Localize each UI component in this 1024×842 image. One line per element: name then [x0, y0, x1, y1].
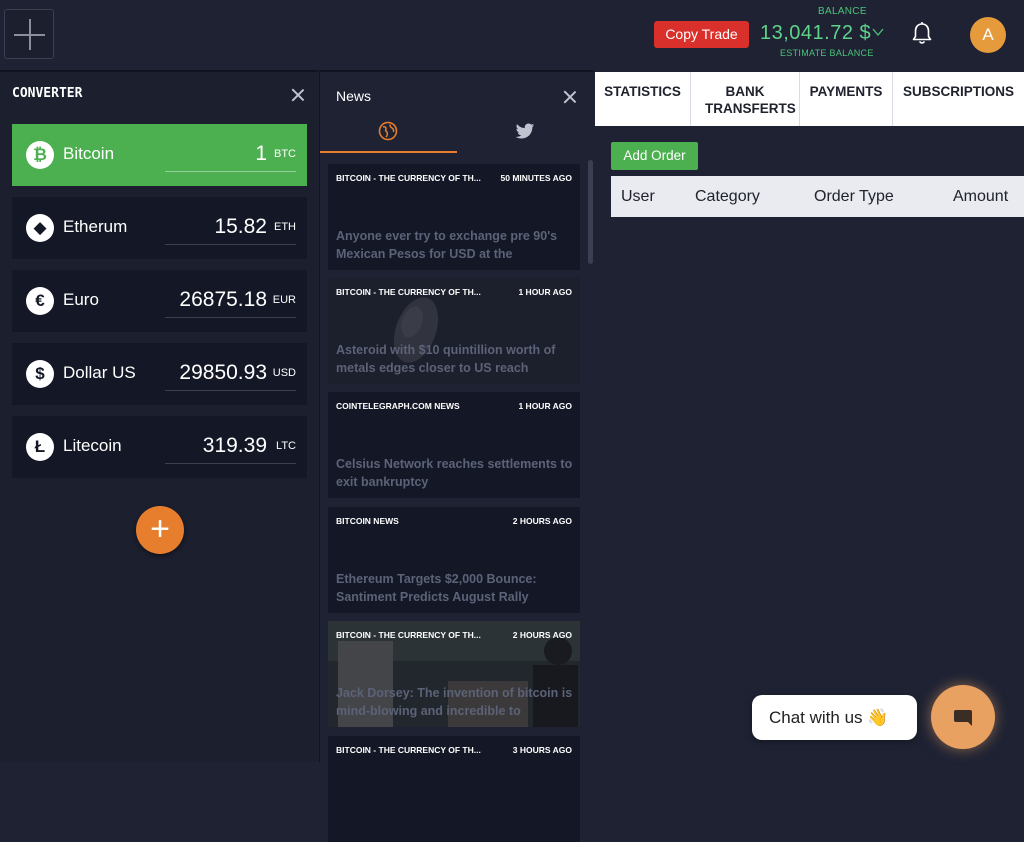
balance-value[interactable]: 13,041.72 $: [760, 22, 871, 45]
input-underline: [165, 171, 296, 172]
bitcoin-icon: ₿: [26, 141, 54, 169]
input-underline: [165, 244, 296, 245]
news-headline: Asteroid with $10 quintillion worth of m…: [336, 343, 556, 375]
column-header-category[interactable]: Category: [695, 188, 760, 206]
close-icon[interactable]: [563, 90, 577, 104]
euro-icon: €: [26, 287, 54, 315]
coin-unit: USD: [272, 367, 296, 379]
coin-name: Euro: [63, 290, 99, 309]
column-header-amount[interactable]: Amount: [953, 188, 1008, 206]
scrollbar[interactable]: [588, 160, 593, 264]
coin-name: Bitcoin: [63, 144, 115, 163]
column-header-user[interactable]: User: [621, 188, 655, 206]
tab-statistics[interactable]: STATISTICS: [595, 72, 691, 126]
litecoin-icon: Ł: [26, 433, 54, 461]
add-widget-button[interactable]: [4, 9, 54, 59]
top-bar: Copy Trade BALANCE 13,041.72 $ ESTIMATE …: [0, 0, 1024, 70]
input-underline: [165, 317, 296, 318]
close-icon[interactable]: [291, 88, 305, 102]
news-card[interactable]: BITCOIN - THE CURRENCY OF TH... 3 HOURS …: [328, 736, 580, 842]
coin-unit: LTC: [276, 440, 296, 452]
news-time: 2 HOURS AGO: [512, 630, 572, 640]
news-tabs: [320, 117, 595, 155]
news-panel: News BITCOIN - THE CURRENCY OF TH... 50 …: [319, 70, 595, 842]
coin-amount-input[interactable]: 319.39: [203, 434, 267, 458]
tab-subscriptions[interactable]: SUBSCRIPTIONS: [893, 72, 1024, 126]
balance-label: BALANCE: [818, 6, 867, 17]
coin-unit: EUR: [272, 294, 296, 306]
news-card[interactable]: BITCOIN - THE CURRENCY OF TH... 2 HOURS …: [328, 621, 580, 727]
news-title: News: [336, 88, 372, 104]
add-currency-button[interactable]: +: [136, 506, 184, 554]
active-tab-indicator: [320, 151, 457, 153]
coin-unit: ETH: [274, 221, 296, 233]
news-card[interactable]: BITCOIN NEWS 2 HOURS AGO Ethereum Target…: [328, 507, 580, 613]
coin-row-bitcoin[interactable]: ₿ Bitcoin 1 BTC: [12, 124, 307, 186]
news-source: BITCOIN NEWS: [336, 516, 399, 526]
news-headline: Jack Dorsey: The invention of bitcoin is…: [336, 686, 573, 718]
bell-icon[interactable]: [908, 20, 936, 48]
chevron-down-icon[interactable]: [872, 26, 884, 38]
news-card[interactable]: BITCOIN - THE CURRENCY OF TH... 50 MINUT…: [328, 164, 580, 270]
news-source: BITCOIN - THE CURRENCY OF TH...: [336, 173, 481, 183]
input-underline: [165, 463, 296, 464]
converter-panel: CONVERTER ₿ Bitcoin 1 BTC ◆ Etherum 15.8…: [0, 70, 318, 762]
news-source: COINTELEGRAPH.COM NEWS: [336, 401, 460, 411]
ethereum-icon: ◆: [26, 214, 54, 242]
coin-name: Litecoin: [63, 436, 122, 455]
tab-bank-transferts[interactable]: BANK TRANSFERTS: [691, 72, 800, 126]
column-header-order-type[interactable]: Order Type: [814, 188, 894, 206]
copy-trade-button[interactable]: Copy Trade: [654, 21, 749, 48]
news-card[interactable]: BITCOIN - THE CURRENCY OF TH... 1 HOUR A…: [328, 278, 580, 384]
globe-icon[interactable]: [378, 121, 398, 141]
news-card[interactable]: COINTELEGRAPH.COM NEWS 1 HOUR AGO Celsiu…: [328, 392, 580, 498]
tab-payments[interactable]: PAYMENTS: [800, 72, 893, 126]
chat-launcher-button[interactable]: [931, 685, 995, 749]
coin-unit: BTC: [274, 148, 296, 160]
news-source: BITCOIN - THE CURRENCY OF TH...: [336, 745, 481, 755]
news-source: BITCOIN - THE CURRENCY OF TH...: [336, 630, 481, 640]
add-order-button[interactable]: Add Order: [611, 142, 698, 170]
twitter-icon[interactable]: [515, 123, 535, 140]
coin-name: Etherum: [63, 217, 128, 236]
news-time: 1 HOUR AGO: [518, 401, 572, 411]
input-underline: [165, 390, 296, 391]
news-headline: Celsius Network reaches settlements to e…: [336, 457, 573, 489]
coin-row-ethereum[interactable]: ◆ Etherum 15.82 ETH: [12, 197, 307, 259]
coin-row-dollar[interactable]: $ Dollar US 29850.93 USD: [12, 343, 307, 405]
news-headline: Anyone ever try to exchange pre 90's Mex…: [336, 229, 558, 261]
dollar-icon: $: [26, 360, 54, 388]
coin-amount-input[interactable]: 1: [255, 142, 267, 166]
coin-name: Dollar US: [63, 363, 136, 382]
avatar[interactable]: A: [970, 17, 1006, 53]
estimate-balance-label: ESTIMATE BALANCE: [780, 48, 874, 58]
news-headline: Ethereum Targets $2,000 Bounce: Santimen…: [336, 572, 537, 604]
converter-title: CONVERTER: [12, 86, 83, 101]
news-time: 3 HOURS AGO: [512, 745, 572, 755]
orders-table-header: User Category Order Type Amount: [611, 176, 1024, 217]
orders-panel: STATISTICS BANK TRANSFERTS PAYMENTS SUBS…: [595, 70, 1024, 762]
news-time: 1 HOUR AGO: [518, 287, 572, 297]
news-time: 2 HOURS AGO: [512, 516, 572, 526]
coin-row-euro[interactable]: € Euro 26875.18 EUR: [12, 270, 307, 332]
chat-icon: [954, 710, 972, 726]
chat-with-us-bubble[interactable]: Chat with us 👋: [752, 695, 917, 740]
coin-amount-input[interactable]: 29850.93: [179, 361, 267, 385]
news-time: 50 MINUTES AGO: [500, 173, 572, 183]
coin-amount-input[interactable]: 15.82: [214, 215, 267, 239]
coin-row-litecoin[interactable]: Ł Litecoin 319.39 LTC: [12, 416, 307, 478]
orders-tabs: STATISTICS BANK TRANSFERTS PAYMENTS SUBS…: [595, 72, 1024, 126]
news-source: BITCOIN - THE CURRENCY OF TH...: [336, 287, 481, 297]
coin-amount-input[interactable]: 26875.18: [179, 288, 267, 312]
